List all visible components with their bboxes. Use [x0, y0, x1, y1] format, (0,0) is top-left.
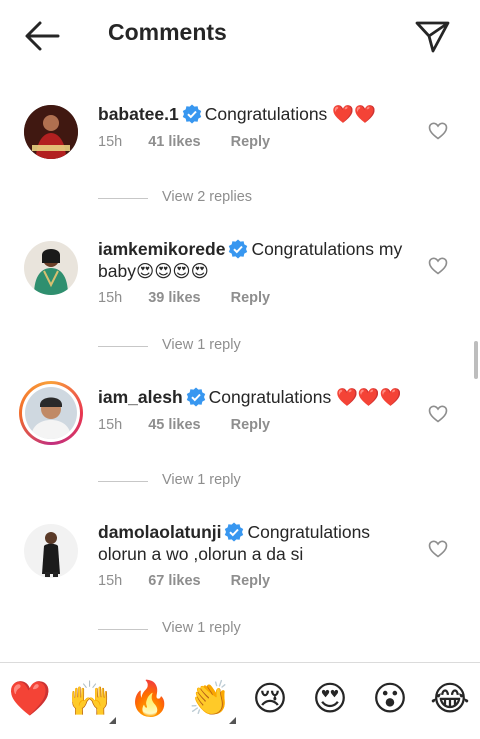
emoji-surprised-button[interactable]: 😮 — [368, 677, 412, 721]
emoji-clapping-button[interactable]: 👏 — [188, 677, 232, 721]
like-comment-button[interactable] — [428, 539, 448, 559]
comment-time: 15h — [98, 417, 123, 433]
emoji-heart-button[interactable]: ❤️ — [8, 677, 52, 721]
avatar-image — [24, 241, 78, 295]
heart-outline-icon — [428, 405, 448, 423]
emoji-heart-eyes-button[interactable]: 😍 — [308, 677, 352, 721]
comment-likes[interactable]: 41 likes — [148, 134, 200, 150]
share-button[interactable] — [412, 18, 452, 54]
avatar-image — [25, 387, 77, 439]
reply-divider — [98, 481, 148, 482]
avatar[interactable] — [24, 241, 78, 295]
emoji-quick-reaction-bar: ❤️ 🙌 🔥 👏 😢 😍 😮 😂 — [0, 662, 480, 739]
emoji-laughing-button[interactable]: 😂 — [428, 677, 472, 721]
reply-divider — [98, 198, 148, 199]
like-comment-button[interactable] — [428, 256, 448, 276]
arrow-left-icon — [25, 21, 60, 51]
view-replies-label: View 2 replies — [162, 189, 253, 205]
view-replies-label: View 1 reply — [162, 620, 241, 636]
avatar-image — [24, 105, 78, 159]
comment-likes[interactable]: 45 likes — [148, 417, 200, 433]
reply-divider — [98, 629, 148, 630]
comment-username[interactable]: babatee.1 — [98, 104, 179, 124]
heart-outline-icon — [428, 540, 448, 558]
comment-time: 15h — [98, 134, 123, 150]
emoji-crying-button[interactable]: 😢 — [248, 677, 292, 721]
reply-button[interactable]: Reply — [231, 573, 271, 589]
back-button[interactable] — [22, 18, 62, 54]
emoji-raised-hands-button[interactable]: 🙌 — [68, 677, 112, 721]
like-comment-button[interactable] — [428, 404, 448, 424]
verified-badge-icon — [186, 387, 205, 407]
verified-badge-icon — [182, 104, 201, 124]
scrollbar-thumb[interactable] — [474, 341, 478, 379]
skin-tone-indicator-icon — [229, 717, 236, 724]
view-replies-label: View 1 reply — [162, 472, 241, 488]
comments-header: Comments — [0, 0, 480, 72]
reply-divider — [98, 346, 148, 347]
verified-badge-icon — [225, 522, 244, 542]
heart-outline-icon — [428, 257, 448, 275]
comment-meta: 15h 39 likes Reply — [98, 290, 270, 306]
comment-time: 15h — [98, 290, 123, 306]
page-title: Comments — [108, 19, 227, 45]
comment-username[interactable]: damolaolatunji — [98, 522, 221, 542]
like-comment-button[interactable] — [428, 121, 448, 141]
reply-button[interactable]: Reply — [231, 290, 271, 306]
avatar[interactable] — [24, 524, 78, 578]
comment-username[interactable]: iamkemikorede — [98, 239, 225, 259]
comment-text: Congratulations ❤️❤️ — [204, 104, 376, 124]
comment-username[interactable]: iam_alesh — [98, 387, 183, 407]
avatar-story-ring[interactable] — [19, 381, 83, 445]
comment-meta: 15h 67 likes Reply — [98, 573, 270, 589]
comment-meta: 15h 45 likes Reply — [98, 417, 270, 433]
verified-badge-icon — [229, 239, 248, 259]
comment-likes[interactable]: 39 likes — [148, 290, 200, 306]
heart-outline-icon — [428, 122, 448, 140]
paper-plane-icon — [415, 21, 450, 53]
view-replies-label: View 1 reply — [162, 337, 241, 353]
reply-button[interactable]: Reply — [231, 417, 271, 433]
avatar[interactable] — [24, 105, 78, 159]
avatar — [25, 387, 77, 439]
skin-tone-indicator-icon — [109, 717, 116, 724]
avatar-image — [24, 524, 78, 578]
comment-likes[interactable]: 67 likes — [148, 573, 200, 589]
comment-meta: 15h 41 likes Reply — [98, 134, 270, 150]
comment-time: 15h — [98, 573, 123, 589]
emoji-fire-button[interactable]: 🔥 — [128, 677, 172, 721]
comment-text: Congratulations ❤️❤️❤️ — [208, 387, 402, 407]
reply-button[interactable]: Reply — [231, 134, 271, 150]
